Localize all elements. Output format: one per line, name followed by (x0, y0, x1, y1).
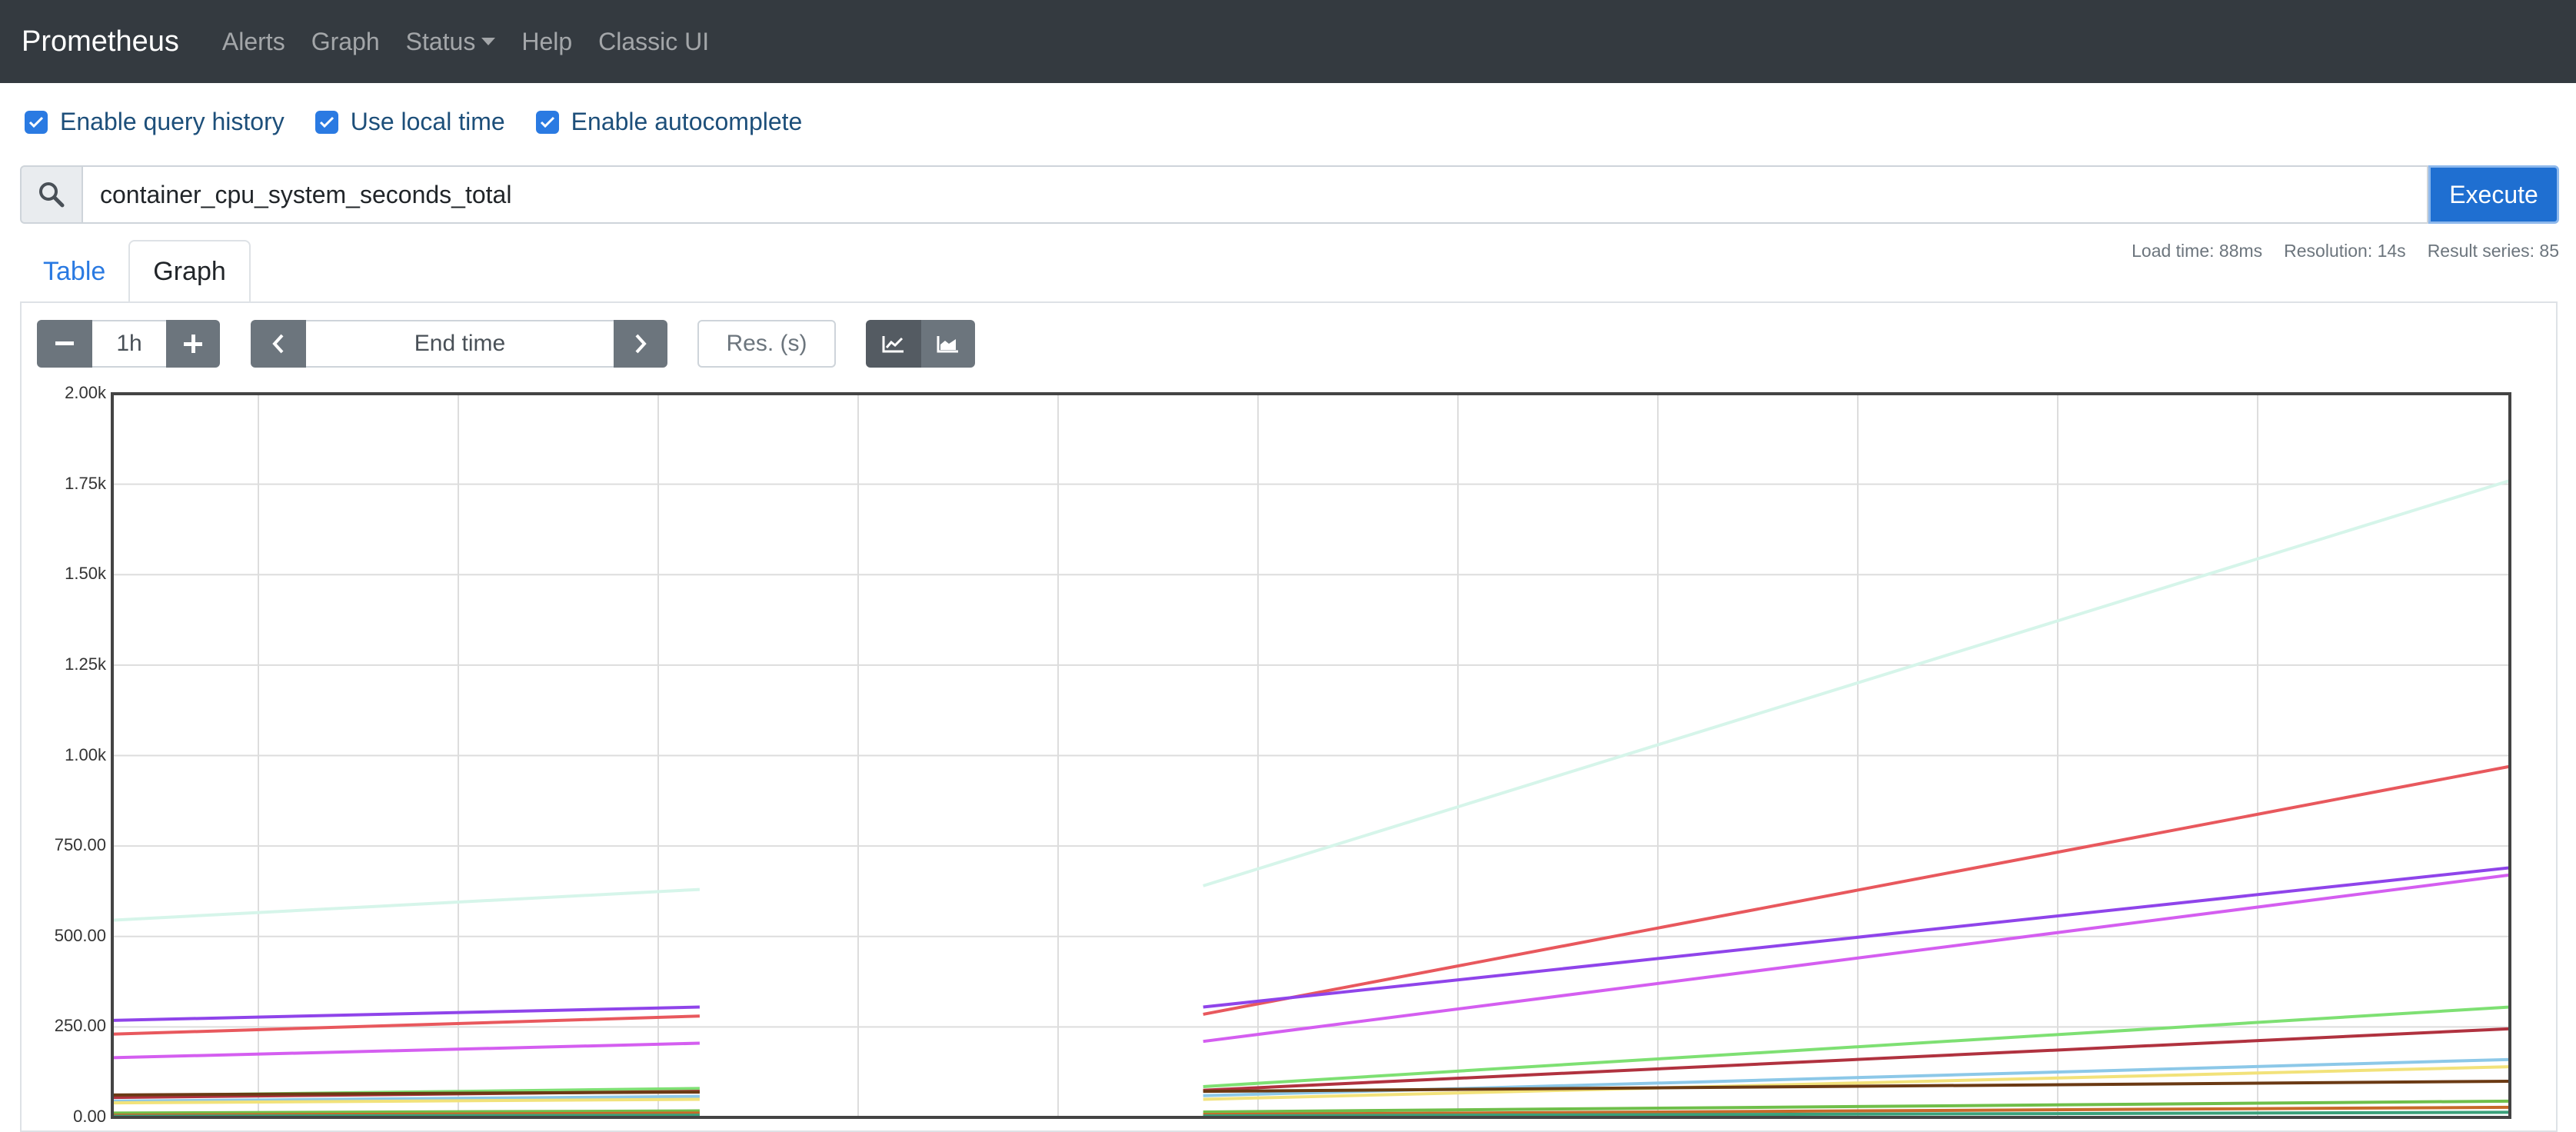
series-line (111, 1041, 700, 1060)
series-line (1203, 1027, 2511, 1092)
series-line (1203, 764, 2511, 1016)
series-line (1203, 866, 2511, 1009)
chart-plot (111, 392, 2511, 1119)
series-line (111, 887, 701, 922)
series-line (1203, 873, 2511, 1044)
series-line (111, 1090, 700, 1097)
series-line (1203, 479, 2511, 887)
series-line (1203, 1005, 2511, 1089)
